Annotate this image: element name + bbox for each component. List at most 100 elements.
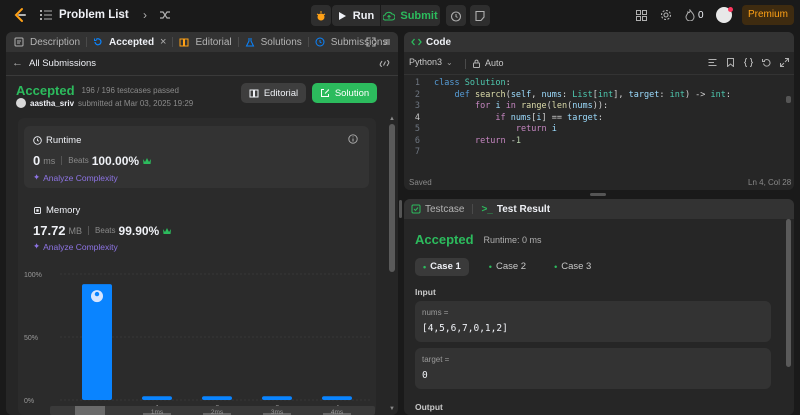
problem-list-icon[interactable] xyxy=(40,9,52,21)
more-options-icon[interactable] xyxy=(382,37,392,47)
test-scrollbar[interactable] xyxy=(786,219,791,367)
tab-test-result[interactable]: Test Result xyxy=(497,204,550,215)
alarm-icon xyxy=(450,10,462,22)
tab-testcase[interactable]: Testcase xyxy=(425,204,464,215)
timer-button[interactable] xyxy=(446,5,466,26)
y-tick-label: 0% xyxy=(24,398,34,405)
runtime-unit: ms xyxy=(43,155,56,166)
book-open-icon xyxy=(249,89,259,97)
bookmark-icon[interactable] xyxy=(726,58,735,67)
sparkle-icon: ✦ xyxy=(33,241,41,251)
lock-icon xyxy=(473,59,480,68)
scroll-up-icon[interactable]: ▲ xyxy=(389,116,395,122)
case-label: Case 2 xyxy=(495,261,527,272)
cursor-position: Ln 4, Col 28 xyxy=(748,178,792,187)
description-icon xyxy=(14,37,24,47)
reset-icon[interactable] xyxy=(762,58,771,67)
result-runtime: Runtime: 0 ms xyxy=(483,234,542,245)
avatar[interactable] xyxy=(716,7,733,23)
case-tabs: • Case 1 • Case 2 • Case 3 xyxy=(415,258,599,276)
code-header: Code xyxy=(404,32,794,52)
language-selector[interactable]: Python3 ⌄ xyxy=(409,57,453,67)
runtime-analyze[interactable]: ✦ Analyze Complexity xyxy=(33,172,118,183)
target-var-value: 0 xyxy=(422,370,428,381)
runtime-value: 0 xyxy=(33,153,41,168)
target-var-name: target = xyxy=(422,355,450,364)
shuffle-icon[interactable] xyxy=(159,9,171,21)
tab-divider xyxy=(307,37,309,47)
streak-counter[interactable]: 0 xyxy=(685,9,704,21)
chart-bar xyxy=(322,396,352,400)
expand-icon[interactable] xyxy=(780,58,789,67)
format-icon[interactable] xyxy=(708,58,717,67)
tab-divider xyxy=(172,37,174,47)
book-icon xyxy=(179,38,189,47)
submissions-clock-icon xyxy=(315,37,325,47)
top-nav: Problem List ‹ › Run Submit 0 Premium xyxy=(0,0,800,30)
play-icon xyxy=(338,11,346,20)
settings-gear-icon[interactable] xyxy=(660,9,672,21)
editorial-label: Editorial xyxy=(263,87,299,99)
memory-value: 17.72 xyxy=(33,223,66,238)
case-tab-1[interactable]: • Case 1 xyxy=(415,258,469,276)
next-problem-icon[interactable]: › xyxy=(138,7,152,23)
auto-label: Auto xyxy=(485,58,504,68)
memory-analyze[interactable]: ✦ Analyze Complexity xyxy=(33,241,118,252)
link-share-icon[interactable] xyxy=(379,59,390,68)
save-status: Saved xyxy=(409,178,432,187)
layout-grid-icon[interactable] xyxy=(636,10,647,21)
notes-button[interactable] xyxy=(470,5,490,26)
tab-divider xyxy=(237,37,239,47)
runtime-card[interactable]: Runtime 0 ms Beats 100.00% ✦ Analyze Com… xyxy=(24,126,369,188)
info-icon[interactable] xyxy=(348,134,358,144)
language-label: Python3 xyxy=(409,57,443,67)
leetcode-logo-icon[interactable] xyxy=(12,7,28,23)
runtime-label: Runtime xyxy=(46,135,82,146)
line-number: 6 xyxy=(414,135,420,146)
overview-label: 2ms xyxy=(211,409,224,415)
user-avatar[interactable] xyxy=(16,98,26,108)
username[interactable]: aastha_sriv xyxy=(30,99,74,108)
solution-button[interactable]: Solution xyxy=(312,83,377,103)
nums-input-box[interactable]: nums = [4,5,6,7,0,1,2] xyxy=(415,301,771,342)
auto-mode[interactable]: Auto xyxy=(472,58,504,68)
nums-var-value: [4,5,6,7,0,1,2] xyxy=(422,323,508,334)
editorial-button[interactable]: Editorial xyxy=(241,83,306,103)
pass-dot-icon: • xyxy=(488,262,492,272)
left-scrollbar[interactable] xyxy=(389,124,395,272)
horizontal-resize-handle[interactable] xyxy=(590,193,606,196)
separator xyxy=(404,74,794,75)
memory-label: Memory xyxy=(46,205,81,216)
prev-problem-icon[interactable]: ‹ xyxy=(116,7,130,23)
back-to-submissions[interactable]: ← All Submissions xyxy=(12,57,96,69)
case-tab-3[interactable]: • Case 3 xyxy=(546,258,599,276)
fullscreen-icon[interactable] xyxy=(366,37,376,47)
runtime-beats-label: Beats xyxy=(68,156,89,165)
output-label: Output xyxy=(415,402,443,412)
premium-button[interactable]: Premium xyxy=(742,5,794,25)
case-tab-2[interactable]: • Case 2 xyxy=(481,258,534,276)
target-input-box[interactable]: target = 0 xyxy=(415,348,771,389)
braces-icon[interactable] xyxy=(744,58,753,67)
tab-submissions[interactable]: Submissions xyxy=(331,37,388,48)
tab-description[interactable]: Description xyxy=(30,37,80,48)
code-editor[interactable]: class Solution: def search(self, nums: L… xyxy=(434,78,731,147)
tab-editorial[interactable]: Editorial xyxy=(195,37,231,48)
scroll-down-icon[interactable]: ▼ xyxy=(389,406,395,412)
result-status: Accepted Runtime: 0 ms xyxy=(415,232,542,247)
chip-icon xyxy=(34,207,41,214)
tab-solutions[interactable]: Solutions xyxy=(261,37,302,48)
line-number: 1 xyxy=(414,78,420,88)
run-button[interactable]: Run xyxy=(332,5,380,26)
close-tab-icon[interactable]: × xyxy=(160,36,166,48)
code-title: Code xyxy=(426,36,451,48)
overview-label: 1ms xyxy=(151,409,164,415)
all-submissions-link: All Submissions xyxy=(29,57,97,69)
left-tab-bar: Description Accepted × Editorial Solutio… xyxy=(6,32,398,52)
tab-accepted[interactable]: Accepted xyxy=(109,37,154,48)
debug-button[interactable] xyxy=(311,5,331,26)
submit-button[interactable]: Submit xyxy=(381,5,440,26)
chevron-down-icon: ⌄ xyxy=(446,57,453,67)
code-scrollbar[interactable] xyxy=(786,96,791,103)
vertical-resize-handle[interactable] xyxy=(399,200,402,218)
